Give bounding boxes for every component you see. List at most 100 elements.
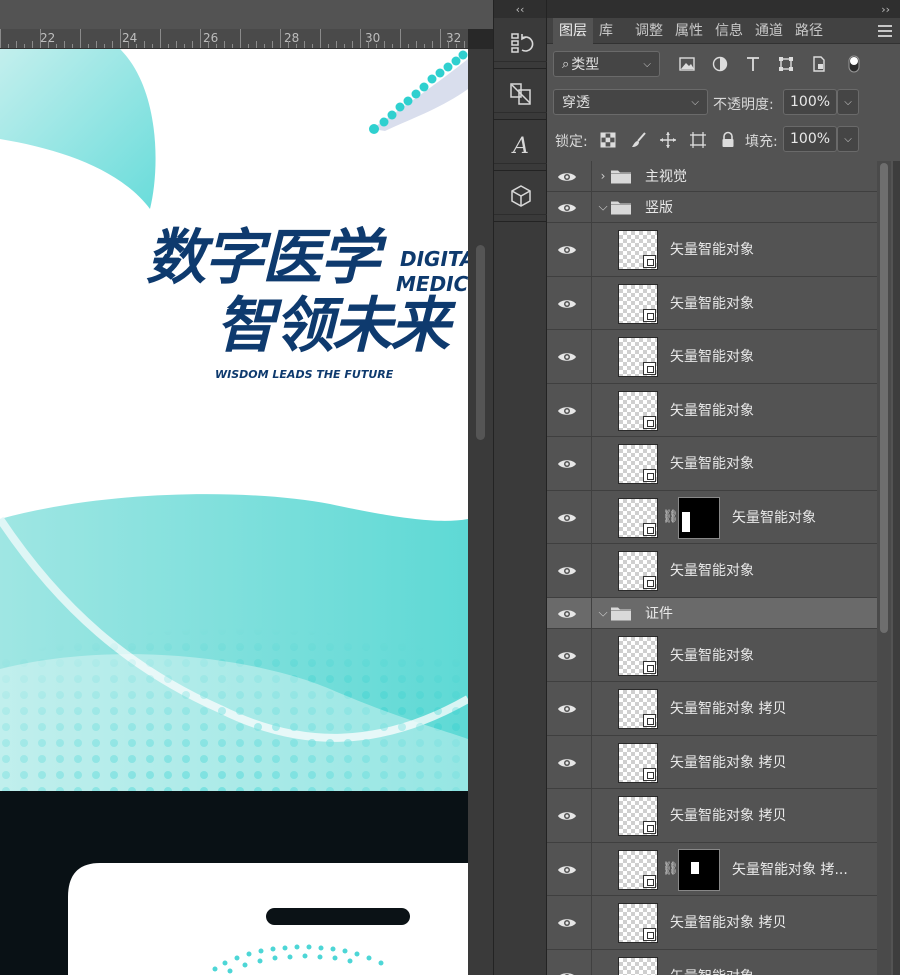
filter-shape-button[interactable]	[775, 53, 797, 75]
visibility-toggle[interactable]	[557, 403, 577, 417]
filter-adjustment-button[interactable]	[709, 53, 731, 75]
layer-thumbnail[interactable]	[618, 689, 658, 729]
visibility-toggle[interactable]	[557, 510, 577, 524]
panel-menu-icon[interactable]	[878, 24, 892, 37]
chevron-down-icon[interactable]: ⌵	[597, 605, 609, 620]
layer-thumbnail[interactable]	[618, 903, 658, 943]
chain-link-icon[interactable]: ⛓	[662, 509, 679, 524]
artboard-icon	[690, 132, 706, 148]
layer-row[interactable]: 矢量智能对象	[547, 949, 877, 975]
layer-row[interactable]: 矢量智能对象 拷贝	[547, 682, 877, 736]
chevron-right-icon[interactable]: ›	[597, 169, 609, 183]
lock-artboard-button[interactable]	[687, 129, 709, 151]
blend-mode-select[interactable]: 穿透 ⌵	[553, 89, 708, 115]
visibility-toggle[interactable]	[557, 862, 577, 876]
visibility-toggle[interactable]	[557, 701, 577, 715]
layer-group-row[interactable]: ⌵ 竖版	[547, 192, 877, 223]
collapse-panel-button[interactable]: ››	[547, 0, 900, 18]
layer-row[interactable]: 矢量智能对象 拷贝	[547, 735, 877, 789]
visibility-toggle[interactable]	[557, 808, 577, 822]
layer-row[interactable]: 矢量智能对象	[547, 628, 877, 682]
tab-adjustments[interactable]: 调整	[629, 18, 669, 44]
visibility-toggle[interactable]	[557, 456, 577, 470]
opacity-input[interactable]: 100%	[783, 89, 837, 115]
ruler-tick	[328, 44, 329, 48]
layer-thumbnail[interactable]	[618, 337, 658, 377]
collapse-strip-button[interactable]: ‹‹	[494, 0, 546, 18]
layers-scroll-thumb[interactable]	[880, 163, 888, 633]
tab-properties[interactable]: 属性	[669, 18, 709, 44]
tab-channels[interactable]: 通道	[749, 18, 789, 44]
tab-layers[interactable]: 图层	[553, 17, 593, 44]
lock-all-button[interactable]	[717, 129, 739, 151]
layer-group-row[interactable]: ⌵ 证件	[547, 597, 877, 629]
layer-row[interactable]: 矢量智能对象	[547, 276, 877, 330]
layer-thumbnail[interactable]	[618, 230, 658, 270]
visibility-toggle[interactable]	[557, 563, 577, 577]
layer-mask-thumbnail[interactable]	[678, 496, 720, 539]
layer-thumbnail[interactable]	[618, 390, 658, 431]
ruler-tick	[416, 41, 417, 48]
layer-thumbnail[interactable]	[618, 742, 658, 783]
layer-row[interactable]: 矢量智能对象	[547, 330, 877, 384]
layer-row[interactable]: ⛓ 矢量智能对象 拷...	[547, 842, 877, 896]
layer-row[interactable]: 矢量智能对象 拷贝	[547, 896, 877, 950]
3d-panel-button[interactable]	[494, 177, 548, 215]
history-panel-button[interactable]	[494, 24, 548, 62]
layers-scrollbar[interactable]	[877, 161, 891, 975]
divider	[591, 682, 592, 735]
visibility-toggle[interactable]	[557, 755, 577, 769]
visibility-toggle[interactable]	[557, 969, 577, 975]
move-icon	[660, 132, 676, 148]
canvas-vertical-scrollbar[interactable]	[468, 49, 493, 975]
ruler-tick	[128, 41, 129, 48]
layer-row[interactable]: 矢量智能对象	[547, 383, 877, 437]
visibility-toggle[interactable]	[557, 169, 577, 183]
visibility-toggle[interactable]	[557, 648, 577, 662]
document-canvas[interactable]: 数字医学 智领未来 DIGITA MEDICIN WISDOM LEADS TH…	[0, 49, 468, 975]
fill-input[interactable]: 100%	[783, 126, 837, 152]
visibility-toggle[interactable]	[557, 296, 577, 310]
fill-slider-toggle[interactable]: ⌵	[837, 126, 859, 152]
visibility-toggle[interactable]	[557, 915, 577, 929]
layer-thumbnail[interactable]	[618, 283, 658, 324]
canvas-scroll-thumb[interactable]	[476, 245, 485, 440]
layer-thumbnail[interactable]	[618, 849, 658, 890]
lock-position-button[interactable]	[657, 129, 679, 151]
visibility-toggle[interactable]	[557, 606, 577, 620]
layer-thumbnail[interactable]	[618, 796, 658, 836]
visibility-toggle[interactable]	[557, 200, 577, 214]
lock-transparent-button[interactable]	[597, 129, 619, 151]
layer-mask-thumbnail[interactable]	[678, 848, 720, 891]
layer-thumbnail[interactable]	[618, 635, 658, 676]
filter-toggle-switch[interactable]	[843, 53, 865, 75]
character-panel-button[interactable]: A	[494, 126, 548, 164]
layer-thumbnail[interactable]	[618, 956, 658, 975]
filter-smart-object-button[interactable]	[808, 53, 830, 75]
tab-paths[interactable]: 路径	[789, 18, 829, 44]
layer-row[interactable]: 矢量智能对象 拷贝	[547, 789, 877, 843]
tab-libraries[interactable]: 库	[593, 18, 619, 44]
layer-comps-button[interactable]	[494, 75, 548, 113]
filter-type-button[interactable]	[742, 53, 764, 75]
layer-filter-kind-select[interactable]: ⌕ 类型 ⌵	[553, 51, 660, 77]
layer-thumbnail[interactable]	[618, 444, 658, 484]
layer-thumbnail[interactable]	[618, 497, 658, 538]
chevron-down-icon[interactable]: ⌵	[597, 200, 609, 215]
options-bar-remnant	[0, 0, 493, 29]
ruler-tick	[152, 44, 153, 48]
opacity-slider-toggle[interactable]: ⌵	[837, 89, 859, 115]
layer-row[interactable]: 矢量智能对象	[547, 544, 877, 598]
layer-thumbnail[interactable]	[618, 551, 658, 591]
filter-pixel-button[interactable]	[676, 53, 698, 75]
chain-link-icon[interactable]: ⛓	[662, 861, 679, 876]
layer-row[interactable]: 矢量智能对象	[547, 437, 877, 491]
visibility-toggle[interactable]	[557, 242, 577, 256]
canvas-area[interactable]: 22 24 26 28 30 32 数字医学 智领未来 DIGITA MEDIC…	[0, 0, 493, 975]
layer-group-row[interactable]: › 主视觉	[547, 161, 877, 192]
lock-pixels-button[interactable]	[628, 129, 650, 151]
layer-row[interactable]: ⛓ 矢量智能对象	[547, 490, 877, 544]
tab-info[interactable]: 信息	[709, 18, 749, 44]
layer-row[interactable]: 矢量智能对象	[547, 223, 877, 277]
visibility-toggle[interactable]	[557, 349, 577, 363]
